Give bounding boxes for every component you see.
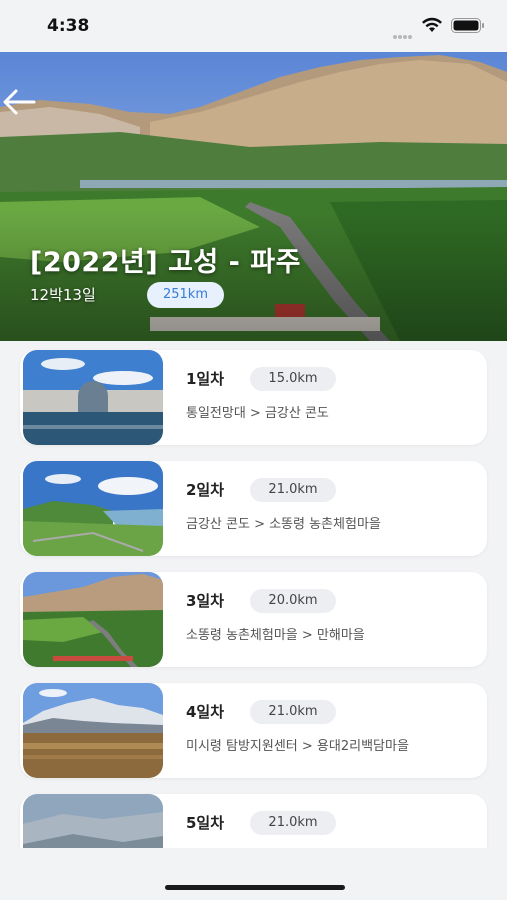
day-distance-badge: 15.0km [250, 367, 336, 391]
status-bar: 4:38 [0, 0, 507, 52]
wifi-icon [422, 17, 442, 32]
day-distance-badge: 20.0km [250, 589, 336, 613]
day-card-1[interactable]: 1일차 15.0km 통일전망대 > 금강산 콘도 [20, 350, 487, 445]
day-route: 미시령 탐방지원센터 > 용대2리백담마을 [186, 739, 409, 754]
day-card-4[interactable]: 4일차 21.0km 미시령 탐방지원센터 > 용대2리백담마을 [20, 683, 487, 778]
day-list: 1일차 15.0km 통일전망대 > 금강산 콘도 2일차 21.0km 금강산… [0, 341, 507, 848]
mountain-road-thumbnail [23, 572, 163, 667]
route-duration: 12박13일 [30, 286, 96, 304]
day-label: 1일차 [186, 370, 225, 388]
day-distance-badge: 21.0km [250, 811, 336, 835]
signal-dots-icon [393, 24, 415, 39]
coast-landscape-thumbnail [23, 461, 163, 556]
snow-mountain-thumbnail [23, 683, 163, 778]
day-card-2[interactable]: 2일차 21.0km 금강산 콘도 > 소똥령 농촌체험마을 [20, 461, 487, 556]
day-card-5[interactable]: 5일차 21.0km [20, 794, 487, 848]
day-label: 2일차 [186, 481, 225, 499]
day-card-3[interactable]: 3일차 20.0km 소똥령 농촌체험마을 > 만해마을 [20, 572, 487, 667]
day-label: 5일차 [186, 814, 225, 832]
day-distance-badge: 21.0km [250, 478, 336, 502]
home-indicator[interactable] [165, 885, 345, 890]
day-distance-badge: 21.0km [250, 700, 336, 724]
dam-landscape-thumbnail [23, 350, 163, 445]
route-title: [2022년] 고성 - 파주 [30, 247, 301, 278]
hero-banner: [2022년] 고성 - 파주 12박13일 251km [0, 52, 507, 341]
day-route: 금강산 콘도 > 소똥령 농촌체험마을 [186, 517, 381, 532]
day-label: 4일차 [186, 703, 225, 721]
bottom-safe-area [0, 848, 507, 900]
day-label: 3일차 [186, 592, 225, 610]
total-distance-badge: 251km [147, 282, 224, 308]
day-route: 소똥령 농촌체험마을 > 만해마을 [186, 628, 365, 643]
day-route: 통일전망대 > 금강산 콘도 [186, 406, 329, 421]
battery-icon [451, 18, 484, 33]
winter-forest-thumbnail [23, 794, 163, 848]
status-time: 4:38 [47, 16, 90, 36]
back-arrow-icon[interactable] [0, 86, 40, 118]
